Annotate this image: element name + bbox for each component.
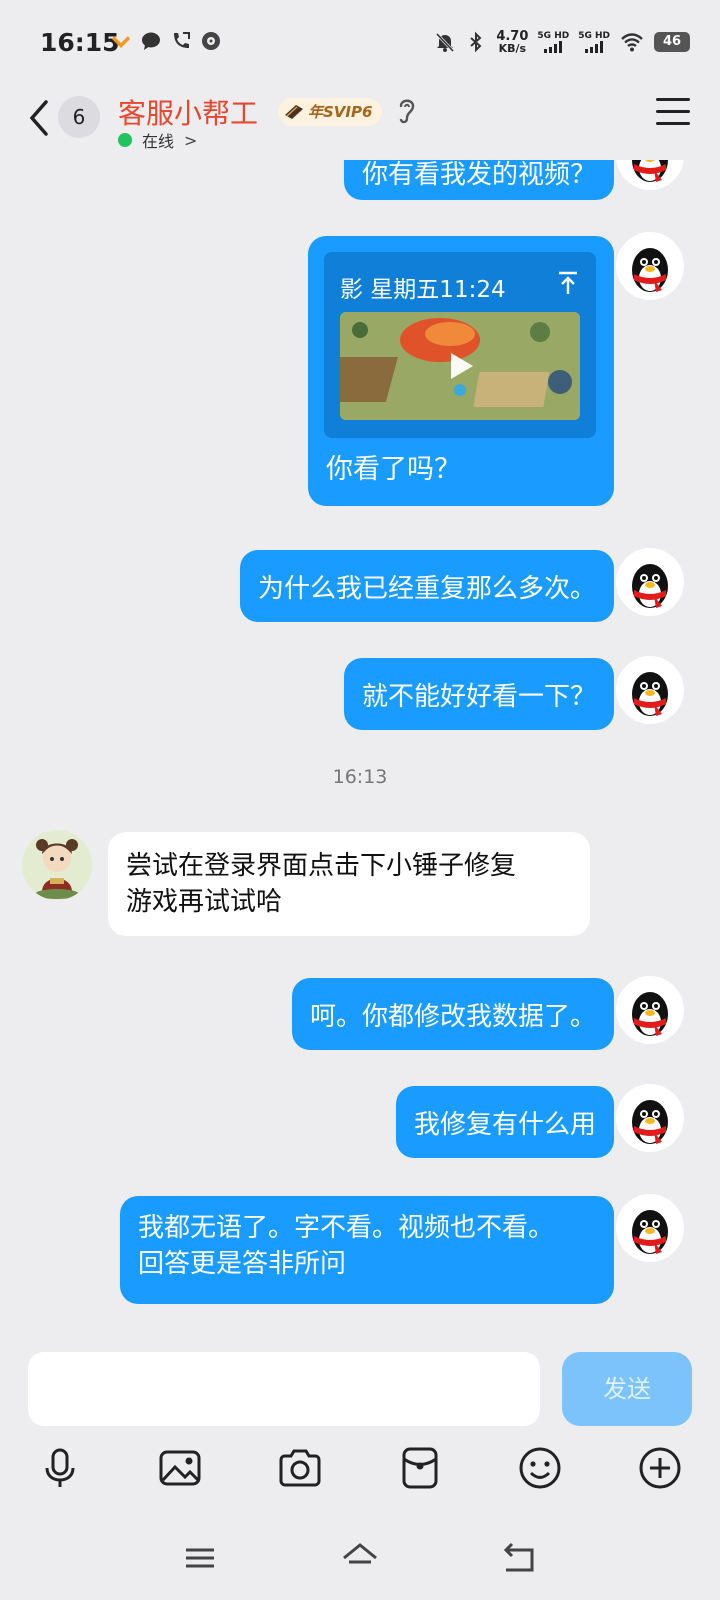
message-text: 就不能好好看一下？: [361, 681, 596, 712]
signal-bars-icon: [585, 41, 604, 53]
bluetooth-icon: [470, 31, 482, 53]
message-text: 你有看我发的视频？: [361, 160, 596, 190]
network-speed: 4.70 KB/s: [496, 30, 528, 54]
play-icon[interactable]: [444, 350, 476, 382]
message-text: 呵。你都修改我数据了。: [309, 1001, 596, 1032]
red-packet-icon[interactable]: [396, 1444, 444, 1492]
app-notification-icon: [112, 36, 130, 48]
send-button[interactable]: 发送: [562, 1352, 692, 1426]
chat-header: 6 客服小帮工 年SVIP6 在线 >: [0, 88, 720, 160]
penguin-avatar-icon: [632, 160, 668, 182]
contact-name[interactable]: 客服小帮工: [118, 92, 258, 132]
system-icons: 4.70 KB/s 5G HD 5G HD 46: [434, 30, 690, 54]
my-avatar[interactable]: [616, 232, 684, 300]
recent-apps-icon[interactable]: [180, 1540, 220, 1576]
microphone-icon[interactable]: [36, 1444, 84, 1492]
message-text: 你看了吗？: [326, 454, 461, 485]
status-time: 16:15: [40, 28, 120, 57]
video-card[interactable]: 影 星期五11:24: [324, 252, 596, 438]
emoji-icon[interactable]: [516, 1444, 564, 1492]
penguin-avatar-icon: [632, 1100, 668, 1144]
sim1-signal: 5G HD: [537, 31, 569, 53]
vip-badge-label: 年SVIP6: [308, 103, 373, 121]
video-message-bubble[interactable]: 影 星期五11:24 你看了吗？: [308, 236, 614, 506]
pin-icon[interactable]: [556, 270, 580, 296]
message-bubble-outgoing[interactable]: 我修复有什么用: [395, 1086, 614, 1158]
penguin-avatar-icon: [632, 992, 668, 1036]
message-bubble-outgoing[interactable]: 我都无语了。字不看。视频也不看。 回答更是答非所问: [120, 1196, 614, 1304]
message-input[interactable]: [28, 1352, 540, 1426]
status-bar: 16:15 4.70 KB/s 5G HD 5G HD 46: [0, 0, 720, 88]
back-icon[interactable]: [24, 96, 54, 140]
home-icon[interactable]: [340, 1540, 380, 1576]
sim2-label: 5G HD: [578, 31, 610, 41]
my-avatar[interactable]: [616, 976, 684, 1044]
message-text-line: 我都无语了。字不看。视频也不看。: [138, 1213, 555, 1243]
message-bubble-outgoing[interactable]: 就不能好好看一下？: [343, 658, 614, 730]
video-meta: 影 星期五11:24: [340, 277, 506, 303]
message-text-line: 游戏再试试哈: [126, 887, 283, 917]
missed-call-icon: [174, 32, 190, 48]
message-bubble-outgoing[interactable]: 呵。你都修改我数据了。: [291, 978, 614, 1050]
my-avatar[interactable]: [616, 548, 684, 616]
mute-icon: [436, 32, 455, 53]
system-navigation-bar: [0, 1502, 720, 1600]
sim1-label: 5G HD: [537, 31, 570, 41]
my-avatar[interactable]: [616, 1194, 684, 1262]
presence-text: 在线: [142, 132, 175, 151]
notification-icons: [110, 30, 222, 52]
message-bubble-outgoing[interactable]: 为什么我已经重复那么多次。: [239, 550, 614, 622]
battery-indicator: 46: [654, 32, 690, 52]
unread-count-badge[interactable]: 6: [58, 96, 100, 138]
my-avatar[interactable]: [616, 656, 684, 724]
hearing-icon[interactable]: [394, 94, 420, 128]
penguin-avatar-icon: [632, 1210, 668, 1254]
image-icon[interactable]: [156, 1444, 204, 1492]
camera-icon[interactable]: [276, 1444, 324, 1492]
signal-bars-icon: [544, 41, 563, 53]
message-bubble-incoming[interactable]: 尝试在登录界面点击下小锤子修复 游戏再试试哈: [108, 832, 590, 936]
message-text: 我修复有什么用: [413, 1109, 596, 1140]
penguin-avatar-icon: [632, 672, 668, 716]
message-timestamp: 16:13: [332, 766, 388, 788]
sim2-signal: 5G HD: [578, 31, 610, 53]
my-avatar[interactable]: [616, 1084, 684, 1152]
contact-avatar[interactable]: [22, 830, 92, 900]
message-icon: [142, 32, 160, 50]
vip-gem-icon: [285, 105, 303, 119]
network-speed-unit: KB/s: [498, 42, 527, 55]
vip-badge[interactable]: 年SVIP6: [278, 98, 383, 126]
penguin-avatar-icon: [632, 564, 668, 608]
message-text-line: 尝试在登录界面点击下小锤子修复: [126, 851, 517, 881]
wifi-icon: [621, 33, 643, 52]
back-nav-icon[interactable]: [500, 1540, 540, 1576]
message-bubble-outgoing[interactable]: 你有看我发的视频？: [343, 160, 614, 200]
my-avatar[interactable]: [616, 160, 684, 190]
presence-status[interactable]: 在线 >: [118, 128, 197, 152]
online-dot-icon: [118, 133, 132, 147]
media-icon: [202, 32, 220, 50]
message-list[interactable]: 你有看我发的视频？ 影 星期五11:24 你看了吗？ 为什么我已经重复那么多次。…: [0, 160, 720, 1340]
menu-icon[interactable]: [656, 98, 690, 128]
input-toolbar: [0, 1444, 720, 1504]
video-thumbnail[interactable]: [340, 312, 580, 420]
penguin-avatar-icon: [632, 248, 668, 292]
message-text: 为什么我已经重复那么多次。: [257, 573, 596, 604]
chevron-right-icon: >: [184, 130, 198, 150]
character-avatar-icon: [22, 830, 92, 900]
message-text-line: 回答更是答非所问: [138, 1249, 347, 1279]
add-icon[interactable]: [636, 1444, 684, 1492]
